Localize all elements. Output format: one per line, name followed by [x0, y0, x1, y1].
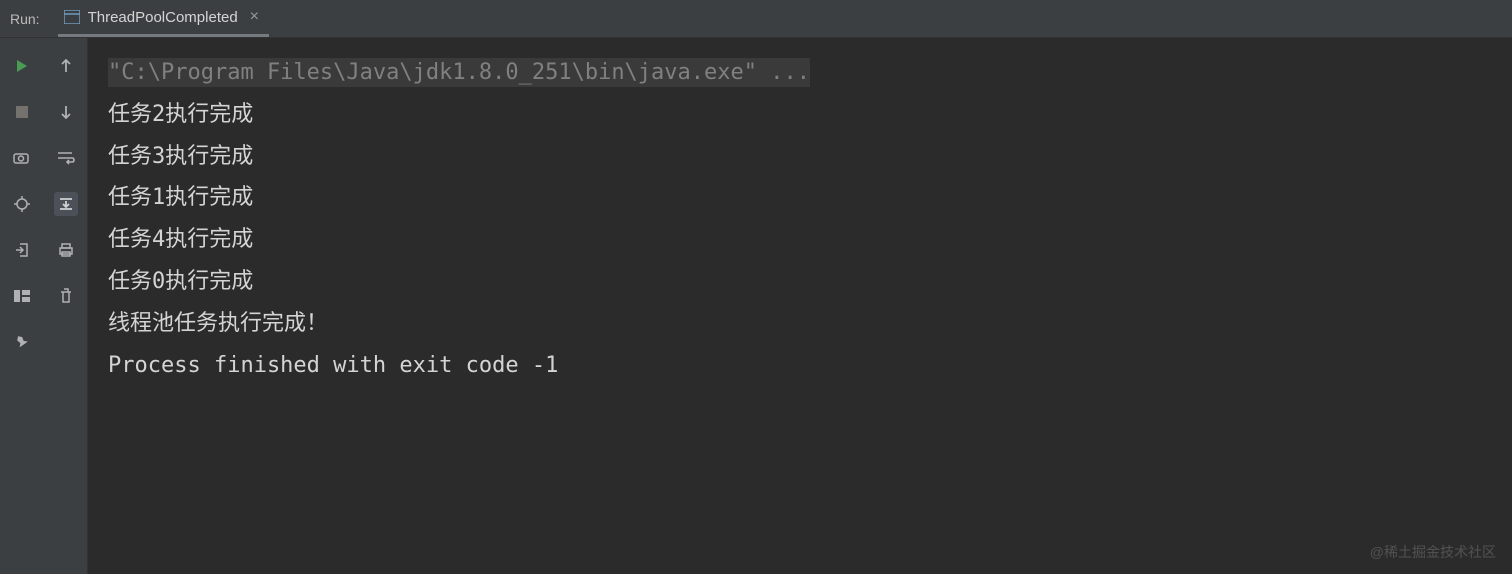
dump-threads-button[interactable] — [10, 146, 34, 170]
application-icon — [64, 9, 80, 25]
scroll-up-button[interactable] — [54, 54, 78, 78]
scroll-to-end-button[interactable] — [54, 192, 78, 216]
stop-button[interactable] — [10, 100, 34, 124]
close-icon[interactable]: × — [248, 8, 261, 26]
output-line: 任务4执行完成 — [108, 219, 1492, 261]
tab-title: ThreadPoolCompleted — [88, 9, 238, 26]
left-action-bar — [0, 38, 44, 574]
watermark: @稀土掘金技术社区 — [1370, 542, 1496, 562]
run-toolbar: Run: ThreadPoolCompleted × — [0, 0, 1512, 38]
pin-button[interactable] — [10, 330, 34, 354]
layout-button[interactable] — [10, 284, 34, 308]
soft-wrap-button[interactable] — [54, 146, 78, 170]
debug-button[interactable] — [10, 192, 34, 216]
output-line: 任务2执行完成 — [108, 94, 1492, 136]
run-label: Run: — [10, 11, 40, 27]
output-line: Process finished with exit code -1 — [108, 345, 1492, 387]
exit-button[interactable] — [10, 238, 34, 262]
clear-button[interactable] — [54, 284, 78, 308]
output-line: 任务3执行完成 — [108, 136, 1492, 178]
console-output[interactable]: "C:\Program Files\Java\jdk1.8.0_251\bin\… — [88, 38, 1512, 574]
output-line: 线程池任务执行完成！ — [108, 303, 1492, 345]
command-line: "C:\Program Files\Java\jdk1.8.0_251\bin\… — [108, 52, 1492, 94]
output-line: 任务1执行完成 — [108, 177, 1492, 219]
console-action-bar — [44, 38, 88, 574]
print-button[interactable] — [54, 238, 78, 262]
run-tab[interactable]: ThreadPoolCompleted × — [58, 1, 269, 37]
output-line: 任务0执行完成 — [108, 261, 1492, 303]
rerun-button[interactable] — [10, 54, 34, 78]
main-area: "C:\Program Files\Java\jdk1.8.0_251\bin\… — [0, 38, 1512, 574]
scroll-down-button[interactable] — [54, 100, 78, 124]
